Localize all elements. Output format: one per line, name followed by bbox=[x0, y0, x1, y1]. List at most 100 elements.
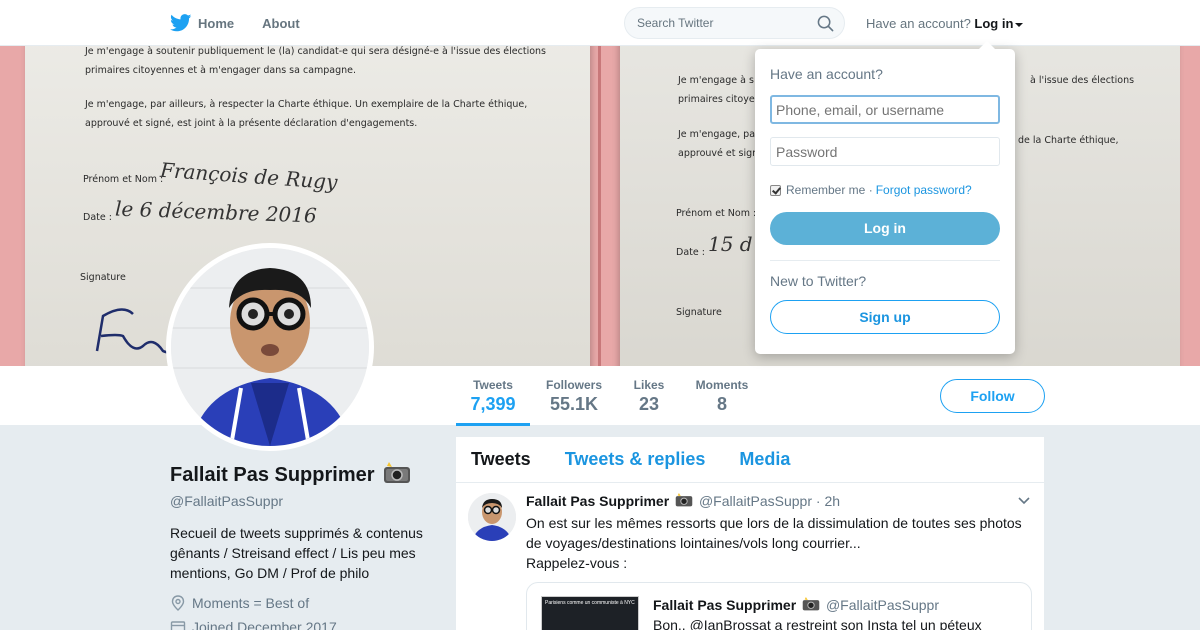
caret-down-icon bbox=[1015, 22, 1024, 27]
banner-divider bbox=[598, 46, 601, 366]
tweet-text-line: Rappelez-vous : bbox=[526, 555, 628, 571]
camera-flash-emoji-icon bbox=[675, 493, 693, 507]
nav-about-label: About bbox=[262, 15, 300, 31]
stat-tweets[interactable]: Tweets 7,399 bbox=[456, 366, 530, 426]
login-link[interactable]: Log in bbox=[974, 16, 1013, 31]
quoted-tweet-author-name: Fallait Pas Supprimer bbox=[653, 597, 797, 613]
camera-flash-emoji-icon bbox=[384, 462, 411, 483]
stat-likes-label: Likes bbox=[633, 378, 665, 392]
stat-followers-value: 55.1K bbox=[549, 394, 599, 414]
tab-media[interactable]: Media bbox=[739, 449, 790, 470]
banner-name-label-right: Prénom et Nom : bbox=[676, 208, 757, 219]
quoted-tweet[interactable]: Parisiens comme un communiste à NYC Fall… bbox=[526, 582, 1032, 630]
new-to-twitter-text: New to Twitter? bbox=[770, 273, 867, 289]
tweet-avatar[interactable] bbox=[468, 493, 516, 541]
search-input[interactable]: Search Twitter bbox=[624, 7, 845, 39]
forgot-password-link[interactable]: Forgot password? bbox=[876, 183, 972, 197]
stat-moments-label: Moments bbox=[695, 378, 749, 392]
follow-button[interactable]: Follow bbox=[940, 379, 1045, 413]
stat-likes-value: 23 bbox=[638, 394, 660, 414]
profile-sidebar: Fallait Pas Supprimer @FallaitPasSuppr R… bbox=[170, 462, 440, 630]
banner-date-handwriting: le 6 décembre 2016 bbox=[114, 196, 318, 228]
login-button[interactable]: Log in bbox=[770, 212, 1000, 245]
login-dropdown-title: Have an account? bbox=[770, 66, 883, 82]
profile-bio: Recueil de tweets supprimés & contenus g… bbox=[170, 525, 423, 581]
signup-button[interactable]: Sign up bbox=[770, 300, 1000, 334]
tweet-text: On est sur les mêmes ressorts que lors d… bbox=[526, 513, 1031, 573]
banner-doc-line: primaires citoyennes et à m'engager dans… bbox=[85, 65, 357, 76]
search-placeholder: Search Twitter bbox=[637, 16, 714, 30]
profile-handle[interactable]: @FallaitPasSuppr bbox=[170, 493, 440, 509]
profile-location: Moments = Best of bbox=[170, 595, 440, 611]
quoted-tweet-header: Fallait Pas Supprimer @FallaitPasSuppr bbox=[653, 597, 939, 613]
stat-likes[interactable]: Likes 23 bbox=[626, 366, 672, 426]
nav-left: Home About bbox=[170, 0, 328, 46]
remember-me-row: Remember me · Forgot password? bbox=[770, 183, 972, 197]
account-prompt-text: Have an account? bbox=[866, 16, 971, 31]
tweet-header: Fallait Pas Supprimer @FallaitPasSuppr ·… bbox=[526, 493, 840, 509]
tweet-avatar-illustration bbox=[468, 493, 516, 541]
login-dropdown-divider bbox=[770, 260, 1000, 261]
search-icon[interactable] bbox=[817, 15, 834, 32]
remember-me-label[interactable]: Remember me · bbox=[786, 183, 873, 197]
twitter-bird-icon bbox=[170, 14, 192, 32]
calendar-icon bbox=[170, 621, 186, 630]
timeline: Tweets Tweets & replies Media Fallait Pa… bbox=[456, 437, 1044, 630]
banner-doc-line: Je m'engage à soutenir publiquement le (… bbox=[85, 46, 547, 57]
profile-location-text: Moments = Best of bbox=[192, 595, 310, 611]
banner-doc-line: primaires citoyen bbox=[678, 94, 761, 105]
profile-joined: Joined December 2017 bbox=[170, 619, 440, 630]
banner-doc-line: Je m'engage, par bbox=[678, 129, 759, 140]
nav-home[interactable]: Home bbox=[170, 0, 234, 46]
tab-tweets[interactable]: Tweets bbox=[471, 449, 531, 470]
banner-date-handwriting-right: 15 d bbox=[708, 232, 753, 256]
tweet[interactable]: Fallait Pas Supprimer @FallaitPasSuppr ·… bbox=[456, 483, 1044, 630]
banner-signature-label: Signature bbox=[80, 272, 126, 283]
avatar-illustration bbox=[171, 248, 369, 446]
nav-home-label: Home bbox=[198, 15, 235, 31]
stat-tweets-value: 7,399 bbox=[470, 394, 516, 414]
banner-name-handwriting: François de Rugy bbox=[159, 157, 339, 195]
tweet-timestamp[interactable]: · 2h bbox=[816, 493, 840, 509]
tweet-author-name[interactable]: Fallait Pas Supprimer bbox=[526, 493, 669, 509]
tweet-author-handle[interactable]: @FallaitPasSuppr bbox=[699, 493, 812, 509]
banner-doc-line: à l'issue des élections bbox=[1030, 75, 1135, 86]
account-menu-trigger[interactable]: Have an account? Log in bbox=[866, 16, 1024, 31]
banner-signature-label-right: Signature bbox=[676, 307, 722, 318]
stat-moments-value: 8 bbox=[716, 394, 727, 414]
stat-tweets-label: Tweets bbox=[473, 378, 513, 392]
profile-joined-text: Joined December 2017 bbox=[192, 619, 337, 630]
quoted-tweet-author-handle: @FallaitPasSuppr bbox=[825, 597, 939, 613]
banner-doc-line: approuvé et signé, est joint à la présen… bbox=[85, 118, 418, 129]
profile-name[interactable]: Fallait Pas Supprimer bbox=[170, 464, 375, 486]
stat-followers[interactable]: Followers 55.1K bbox=[540, 366, 608, 426]
login-dropdown: Have an account? Remember me · Forgot pa… bbox=[755, 41, 1015, 354]
stat-moments[interactable]: Moments 8 bbox=[690, 366, 754, 426]
remember-me-checkbox[interactable] bbox=[770, 184, 781, 196]
banner-date-label-right: Date : bbox=[676, 247, 705, 258]
tab-tweets-and-replies[interactable]: Tweets & replies bbox=[565, 449, 706, 470]
banner-name-label: Prénom et Nom : bbox=[83, 174, 164, 185]
location-pin-icon bbox=[171, 595, 185, 611]
banner-doc-line: approuvé et signé, bbox=[678, 148, 767, 159]
banner-doc-line: Je m'engage à s bbox=[678, 75, 754, 86]
timeline-tabs: Tweets Tweets & replies Media bbox=[456, 437, 1044, 483]
thumbnail-caption: Parisiens comme un communiste à NYC bbox=[545, 600, 635, 606]
profile-name-row: Fallait Pas Supprimer bbox=[170, 462, 440, 487]
banner-doc-line: de la Charte éthique, bbox=[1018, 135, 1119, 146]
username-field[interactable] bbox=[770, 95, 1000, 124]
chevron-down-icon[interactable] bbox=[1018, 497, 1030, 505]
camera-flash-emoji-icon bbox=[802, 597, 820, 611]
top-navigation-bar: Home About Search Twitter Have an accoun… bbox=[0, 0, 1200, 46]
avatar-image bbox=[171, 248, 369, 446]
stat-followers-label: Followers bbox=[545, 378, 602, 392]
banner-doc-line: Je m'engage, par ailleurs, à respecter l… bbox=[85, 99, 528, 110]
profile-avatar[interactable] bbox=[166, 243, 374, 451]
quoted-tweet-text: Bon.. @IanBrossat a restreint son Insta … bbox=[653, 617, 982, 630]
tweet-text-line: de voyages/destinations lointaines/vols … bbox=[526, 535, 861, 551]
password-field[interactable] bbox=[770, 137, 1000, 166]
tweet-text-line: On est sur les mêmes ressorts que lors d… bbox=[526, 515, 1022, 531]
nav-about[interactable]: About bbox=[262, 0, 300, 46]
banner-date-label: Date : bbox=[83, 212, 112, 223]
quoted-tweet-thumbnail: Parisiens comme un communiste à NYC bbox=[541, 596, 639, 630]
